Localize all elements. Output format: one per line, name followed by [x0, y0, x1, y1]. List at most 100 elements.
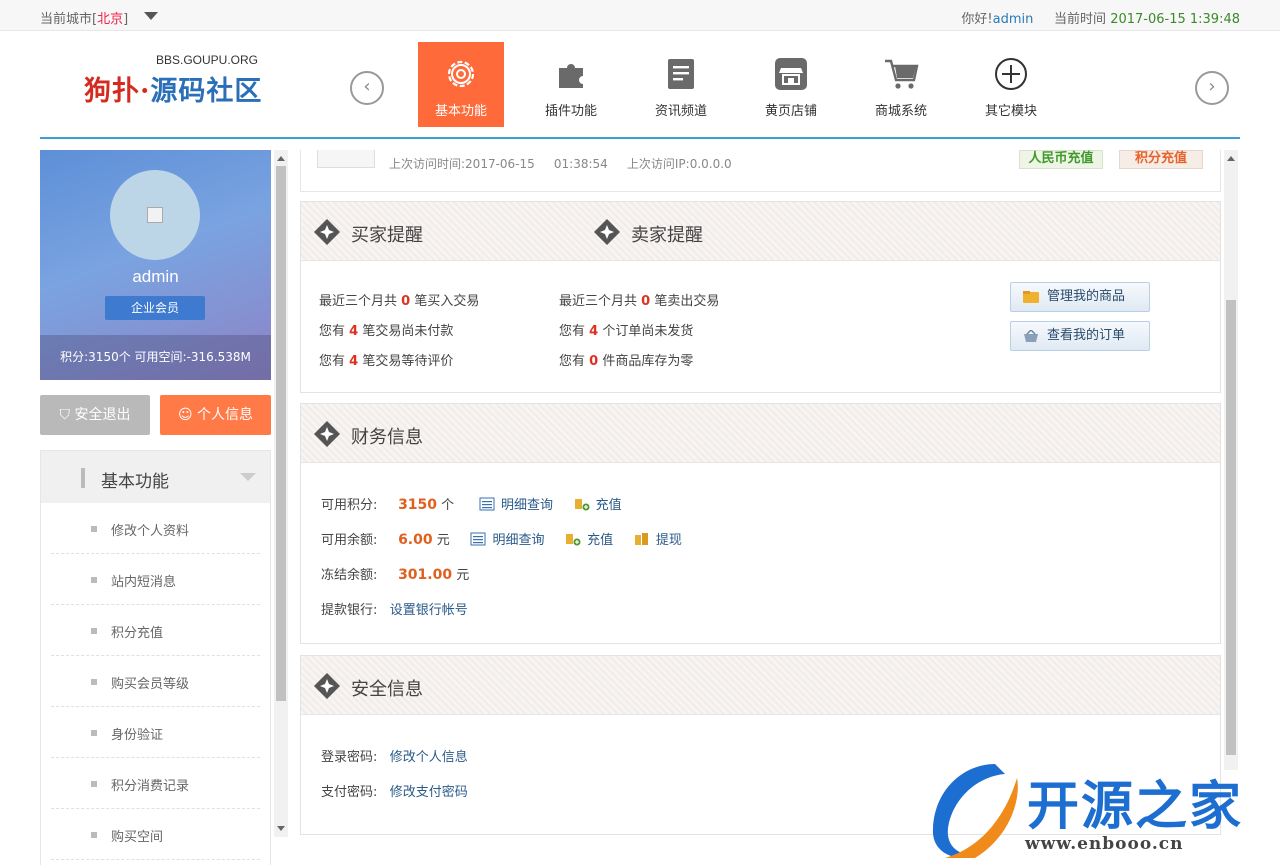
- sidebar-item-points-recharge[interactable]: 积分充值: [51, 605, 260, 656]
- nav-item-plugins[interactable]: 插件功能: [528, 42, 614, 127]
- nav-item-other[interactable]: 其它模块: [968, 42, 1054, 127]
- points-recharge-link[interactable]: 充值: [574, 498, 622, 513]
- manage-goods-label: 管理我的商品: [1047, 289, 1126, 304]
- set-bank-account-link[interactable]: 设置银行帐号: [390, 603, 468, 618]
- greeting: 你好!: [961, 12, 993, 27]
- balance-detail-link[interactable]: 明细查询: [470, 532, 544, 548]
- edit-personal-info-link[interactable]: 修改个人信息: [390, 750, 468, 765]
- sidebar-item-buy-membership[interactable]: 购买会员等级: [51, 656, 260, 707]
- seller-stat-row[interactable]: 您有 0 件商品库存为零: [559, 350, 693, 369]
- frozen-unit: 元: [456, 568, 470, 583]
- profile-username: admin: [132, 267, 179, 286]
- current-city[interactable]: 当前城市[北京]: [40, 8, 128, 27]
- city-dropdown-icon[interactable]: [144, 12, 158, 20]
- stat-number: 0: [589, 354, 599, 369]
- sidebar-scrollbar[interactable]: [274, 150, 288, 837]
- rmb-recharge-button[interactable]: 人民币充值: [1019, 150, 1103, 169]
- recharge-label: 充值: [587, 533, 614, 548]
- sidebar-item-identity[interactable]: 身份验证: [51, 707, 260, 758]
- nav-label: 商城系统: [874, 104, 927, 119]
- sidebar-item-points-log[interactable]: 积分消费记录: [51, 758, 260, 809]
- sidebar-item-messages[interactable]: 站内短消息: [51, 554, 260, 605]
- logout-label: 安全退出: [74, 407, 131, 423]
- points-row: 可用积分: 3150 个 明细查询 充值: [321, 494, 622, 513]
- logout-button[interactable]: ⛉ 安全退出: [40, 395, 150, 435]
- points-value: 3150: [398, 497, 438, 513]
- personal-info-button[interactable]: ☺ 个人信息: [160, 395, 271, 435]
- last-visit-date: 2017-06-15: [465, 157, 535, 171]
- main-scroll-thumb[interactable]: [1226, 300, 1236, 755]
- site-logo[interactable]: BBS.GOUPU.ORG 狗扑·源码社区: [84, 53, 264, 113]
- scroll-up-icon[interactable]: [1227, 156, 1235, 161]
- bullet-icon: [91, 526, 97, 532]
- buyer-stat-row[interactable]: 您有 4 笔交易尚未付款: [319, 320, 453, 339]
- header: BBS.GOUPU.ORG 狗扑·源码社区 ‹ › 基本功能 插件功能 资讯频道: [0, 31, 1280, 140]
- watermark: 开源之家 www.enbooo.cn: [925, 758, 1280, 865]
- view-orders-label: 查看我的订单: [1047, 328, 1126, 343]
- scroll-down-icon[interactable]: [277, 826, 285, 831]
- sidebar-item-edit-profile[interactable]: 修改个人资料: [51, 503, 260, 554]
- nav-label: 插件功能: [544, 104, 597, 119]
- finance-title: 财务信息: [351, 427, 423, 448]
- bank-row: 提款银行: 设置银行帐号: [321, 599, 468, 618]
- buyer-stat-row[interactable]: 您有 4 笔交易等待评价: [319, 350, 453, 369]
- bullet-icon: [91, 628, 97, 634]
- points-recharge-button[interactable]: 积分充值: [1119, 150, 1203, 169]
- sidebar-scroll-thumb[interactable]: [276, 166, 286, 701]
- list-icon: [479, 497, 495, 511]
- header-divider: [40, 137, 1240, 139]
- points-label: 可用积分:: [321, 498, 378, 513]
- nav-prev-button[interactable]: ‹: [350, 71, 384, 105]
- withdraw-link[interactable]: 提现: [634, 533, 682, 548]
- stat-number: 4: [589, 324, 599, 339]
- scroll-up-icon[interactable]: [277, 156, 285, 161]
- top-bar: 当前城市[北京] 你好!admin 当前时间 2017-06-15 1:39:4…: [0, 0, 1280, 31]
- document-icon: [668, 59, 694, 89]
- user-icon: ☺: [177, 407, 193, 423]
- frozen-label: 冻结余额:: [321, 568, 378, 583]
- top-username[interactable]: admin: [993, 12, 1034, 27]
- nav-item-news[interactable]: 资讯频道: [638, 42, 724, 127]
- shield-icon: ⛉: [59, 407, 71, 423]
- nav-item-yellowpages[interactable]: 黄页店铺: [748, 42, 834, 127]
- chevron-right-icon: ›: [1208, 76, 1216, 97]
- nav-label: 资讯频道: [654, 104, 707, 119]
- avatar[interactable]: [110, 170, 200, 260]
- detail-label: 明细查询: [500, 498, 553, 513]
- manage-goods-button[interactable]: 管理我的商品: [1010, 282, 1150, 312]
- seller-reminder-title[interactable]: 卖家提醒: [631, 221, 703, 247]
- sidebar-item-label: 积分消费记录: [111, 779, 190, 794]
- profile-card: admin 企业会员 积分:3150个 可用空间:-316.538M: [40, 150, 271, 380]
- nav-item-basic[interactable]: 基本功能: [418, 42, 504, 127]
- stat-text: 您有: [559, 354, 590, 369]
- frozen-value: 301.00: [398, 567, 453, 583]
- sidebar-item-buy-space[interactable]: 购买空间: [51, 809, 260, 860]
- store-icon: [775, 58, 807, 90]
- nav-next-button[interactable]: ›: [1195, 71, 1229, 105]
- buyer-reminder-title[interactable]: 买家提醒: [351, 221, 423, 247]
- city-name: 北京: [97, 12, 124, 27]
- account-summary-strip: 上次访问时间:2017-06-15 01:38:54 上次访问IP:0.0.0.…: [300, 150, 1221, 192]
- stat-text: 笔交易尚未付款: [358, 324, 454, 339]
- chevron-left-icon: ‹: [363, 76, 371, 97]
- broken-image-icon: [147, 207, 163, 223]
- time-label: 当前时间: [1054, 12, 1107, 27]
- balance-recharge-link[interactable]: 充值: [565, 533, 613, 548]
- balance-value: 6.00: [398, 532, 433, 548]
- security-panel-header: 安全信息: [301, 656, 1220, 715]
- city-label: 当前城市[: [40, 12, 98, 27]
- nav-item-mall[interactable]: 商城系统: [858, 42, 944, 127]
- points-detail-link[interactable]: 明细查询: [479, 497, 553, 513]
- view-orders-button[interactable]: 查看我的订单: [1010, 321, 1150, 351]
- edit-pay-password-link[interactable]: 修改支付密码: [390, 785, 468, 800]
- coins-add-icon: [566, 534, 581, 546]
- nav-label: 基本功能: [434, 104, 487, 119]
- pay-password-row: 支付密码: 修改支付密码: [321, 781, 468, 800]
- seller-stat-row[interactable]: 最近三个月共 0 笔卖出交易: [559, 290, 719, 309]
- main-scrollbar[interactable]: [1224, 150, 1238, 770]
- seller-stat-row[interactable]: 您有 4 个订单尚未发货: [559, 320, 693, 339]
- nav-label: 黄页店铺: [764, 104, 817, 119]
- sidebar-menu-header[interactable]: 基本功能: [41, 451, 270, 503]
- points-unit: 个: [441, 498, 455, 513]
- buyer-stat-row[interactable]: 最近三个月共 0 笔买入交易: [319, 290, 479, 309]
